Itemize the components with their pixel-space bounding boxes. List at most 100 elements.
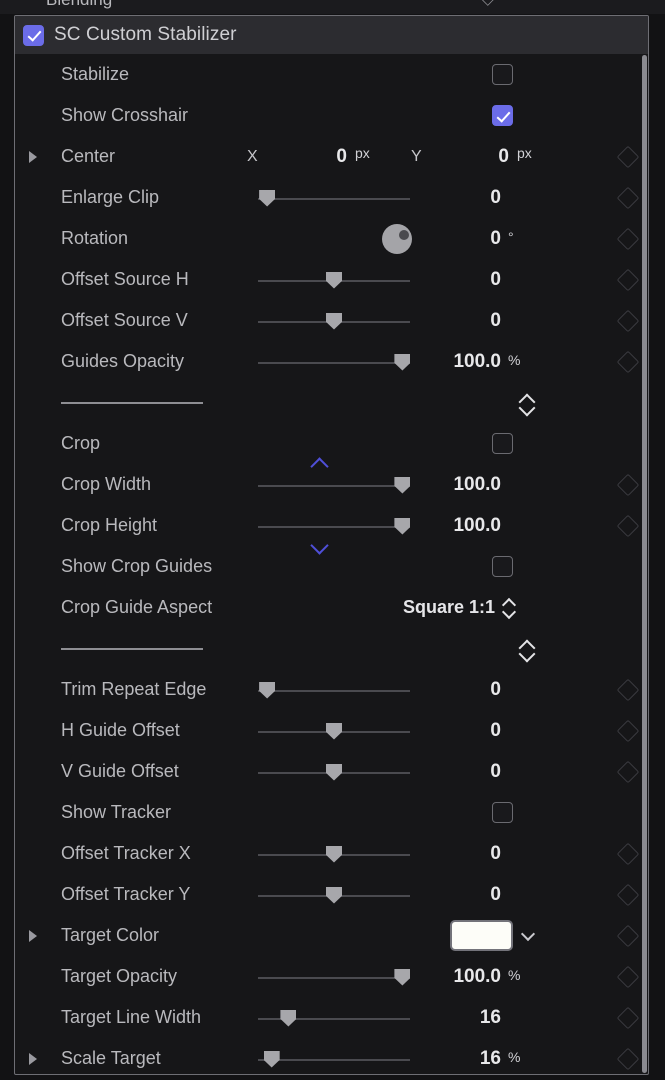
slider-offset-tracker-y[interactable] [258,884,410,906]
row-scale-target: Scale Target 16% [15,1038,648,1074]
keyframe-diamond-icon[interactable] [616,227,640,250]
row-guides-opacity: Guides Opacity 100.0% [15,341,648,382]
checkbox-stabilize[interactable] [492,64,513,85]
dropdown-stepper-icon[interactable] [501,597,517,619]
row-center: Center X 0 px Y 0 px [15,136,648,177]
reset-arrow-icon[interactable] [647,597,648,619]
slider-handle[interactable] [326,312,342,330]
value-h-guide-offset[interactable]: 0 [426,720,501,742]
sc-custom-stabilizer-panel: SC Custom Stabilizer Stabilize Show Cross… [14,15,649,1075]
label-show-crosshair: Show Crosshair [61,105,189,125]
unit-center-x: px [355,145,370,161]
value-offset-tracker-y[interactable]: 0 [426,884,501,906]
keyframe-diamond-icon[interactable] [616,473,640,496]
slider-enlarge-clip[interactable] [258,187,410,209]
value-enlarge-clip[interactable]: 0 [426,187,501,209]
value-crop-height[interactable]: 100.0 [426,515,501,537]
keyframe-diamond-icon[interactable] [616,268,640,291]
up-down-stepper-icon[interactable] [518,391,536,417]
keyframe-diamond-icon[interactable] [616,309,640,332]
slider-handle[interactable] [326,271,342,289]
keyframe-diamond-icon[interactable] [616,760,640,783]
keyframe-diamond-icon[interactable] [616,1047,640,1070]
value-offset-source-h[interactable]: 0 [426,269,501,291]
value-offset-source-v[interactable]: 0 [426,310,501,332]
slider-track [258,1058,410,1061]
keyframe-diamond-icon[interactable] [616,842,640,865]
slider-handle[interactable] [259,681,276,699]
slider-offset-source-h[interactable] [258,269,410,291]
value-target-opacity[interactable]: 100.0 [426,966,501,988]
label-h-guide-offset: H Guide Offset [61,720,180,740]
keyframe-diamond-icon[interactable] [616,883,640,906]
slider-handle[interactable] [280,1009,297,1027]
keyframe-diamond-icon[interactable] [616,514,640,537]
label-crop-height: Crop Height [61,515,158,535]
checkbox-show-tracker[interactable] [492,802,513,823]
slider-v-guide-offset[interactable] [258,761,410,783]
slider-guides-opacity[interactable] [258,351,411,373]
slider-crop-height[interactable] [258,515,411,537]
keyframe-diamond-icon[interactable]: ◇ [482,0,494,8]
vertical-scrollbar[interactable] [642,55,647,1073]
checkbox-show-crop-guides[interactable] [492,556,513,577]
slider-handle[interactable] [326,763,342,781]
keyframe-diamond-icon[interactable] [616,145,640,168]
up-down-stepper-icon[interactable] [518,637,536,663]
scrollbar-thumb[interactable] [642,55,647,1073]
keyframe-diamond-icon[interactable] [616,924,640,947]
value-offset-tracker-x[interactable]: 0 [426,843,501,865]
slider-target-opacity[interactable] [258,966,411,988]
label-scale-target: Scale Target [61,1048,161,1068]
keyframe-diamond-icon[interactable] [616,350,640,373]
row-trim-repeat-edge: Trim Repeat Edge 0 [15,669,648,710]
disclosure-triangle-icon[interactable] [29,929,37,942]
keyframe-diamond-icon[interactable] [616,678,640,701]
color-swatch[interactable] [450,920,513,951]
rotation-dial[interactable] [382,223,412,254]
disclosure-triangle-icon[interactable] [29,150,37,163]
row-offset-source-v: Offset Source V 0 [15,300,648,341]
panel-enable-checkbox[interactable] [23,24,44,46]
slider-handle[interactable] [259,189,276,207]
dropdown-crop-guide-aspect[interactable]: Square 1:1 [403,597,517,619]
slider-handle[interactable] [394,968,411,986]
value-trim-repeat-edge[interactable]: 0 [426,679,501,701]
chevron-down-icon[interactable] [520,926,536,943]
value-center-x[interactable]: 0 [301,146,347,168]
keyframe-diamond-icon[interactable] [616,186,640,209]
slider-handle[interactable] [326,845,342,863]
slider-target-line-width[interactable] [258,1007,410,1029]
value-crop-width[interactable]: 100.0 [426,474,501,496]
slider-offset-tracker-x[interactable] [258,843,410,865]
slider-scale-target[interactable] [258,1048,410,1070]
checkbox-show-crosshair[interactable] [492,105,513,126]
slider-crop-width[interactable] [258,474,411,496]
page-title: SC Custom Stabilizer [54,24,237,45]
effect-inspector-panel: Blending ◇ SC Custom Stabilizer Stabiliz… [0,0,665,1080]
clipped-row-above: Blending ◇ [0,0,665,14]
slider-trim-repeat-edge[interactable] [258,679,410,701]
slider-handle[interactable] [263,1050,280,1068]
value-target-line-width[interactable]: 16 [426,1007,501,1029]
checkbox-crop[interactable] [492,433,513,454]
slider-h-guide-offset[interactable] [258,720,410,742]
value-center-y[interactable]: 0 [463,146,509,168]
value-rotation[interactable]: 0 [426,228,501,250]
slider-handle[interactable] [326,886,342,904]
slider-handle[interactable] [394,353,411,371]
slider-handle[interactable] [394,476,411,494]
slider-handle[interactable] [394,517,411,535]
value-scale-target[interactable]: 16 [426,1048,501,1070]
slider-track [258,976,410,979]
row-target-line-width: Target Line Width 16 [15,997,648,1038]
keyframe-diamond-icon[interactable] [616,965,640,988]
label-show-tracker: Show Tracker [61,802,172,822]
keyframe-diamond-icon[interactable] [616,719,640,742]
keyframe-diamond-icon[interactable] [616,1006,640,1029]
slider-handle[interactable] [326,722,342,740]
slider-offset-source-v[interactable] [258,310,410,332]
disclosure-triangle-icon[interactable] [29,1052,37,1065]
value-v-guide-offset[interactable]: 0 [426,761,501,783]
value-guides-opacity[interactable]: 100.0 [426,351,501,373]
